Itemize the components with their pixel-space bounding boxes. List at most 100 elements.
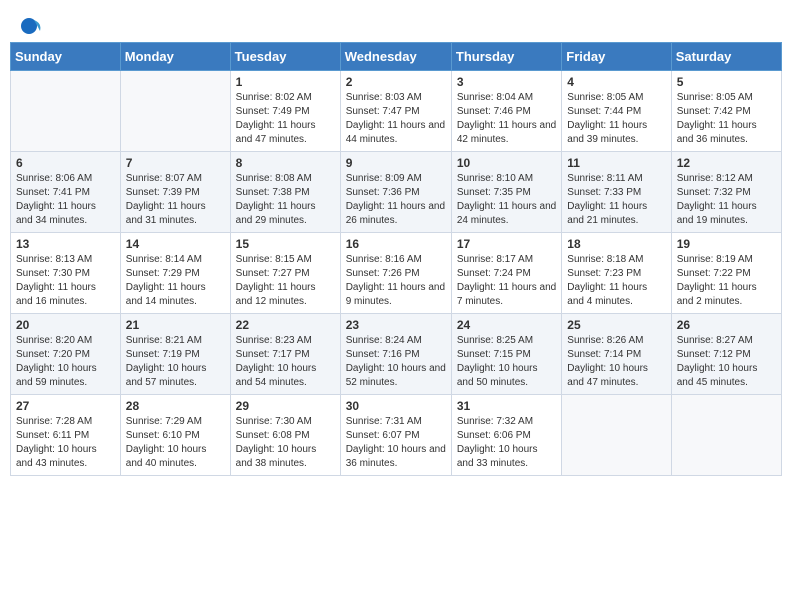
calendar-cell: 25Sunrise: 8:26 AMSunset: 7:14 PMDayligh… xyxy=(562,314,671,395)
calendar-week-row: 27 Sunrise: 7:28 AMSunset: 6:11 PMDayligh… xyxy=(11,395,782,476)
day-number: 11 xyxy=(567,156,665,170)
cell-info: Sunrise: 8:14 AMSunset: 7:29 PMDaylight:… xyxy=(126,254,206,307)
day-number: 4 xyxy=(567,75,665,89)
cell-info: Sunrise: 8:20 AMSunset: 7:20 PMDaylight:… xyxy=(16,335,97,388)
day-number: 17 xyxy=(457,237,556,251)
cell-info: Sunrise: 8:03 AMSunset: 7:47 PMDaylight:… xyxy=(346,92,445,145)
weekday-header-row: SundayMondayTuesdayWednesdayThursdayFrid… xyxy=(11,43,782,71)
cell-info: Sunrise: 7:32 AMSunset: 6:06 PMDaylight:… xyxy=(457,416,538,469)
calendar-cell: 17 Sunrise: 8:17 AMSunset: 7:24 PMDayligh… xyxy=(451,233,561,314)
weekday-header-sunday: Sunday xyxy=(11,43,121,71)
day-number: 16 xyxy=(346,237,446,251)
cell-info: Sunrise: 8:02 AMSunset: 7:49 PMDaylight:… xyxy=(236,92,316,145)
cell-info: Sunrise: 7:29 AMSunset: 6:10 PMDaylight:… xyxy=(126,416,207,469)
calendar-cell: 7Sunrise: 8:07 AMSunset: 7:39 PMDaylight… xyxy=(120,152,230,233)
day-number: 7 xyxy=(126,156,225,170)
day-number: 1 xyxy=(236,75,335,89)
calendar-cell: 28Sunrise: 7:29 AMSunset: 6:10 PMDayligh… xyxy=(120,395,230,476)
day-number: 13 xyxy=(16,237,115,251)
weekday-header-wednesday: Wednesday xyxy=(340,43,451,71)
calendar-cell: 15 Sunrise: 8:15 AMSunset: 7:27 PMDayligh… xyxy=(230,233,340,314)
calendar-cell: 18Sunrise: 8:18 AMSunset: 7:23 PMDayligh… xyxy=(562,233,671,314)
calendar-cell: 21 Sunrise: 8:21 AMSunset: 7:19 PMDayligh… xyxy=(120,314,230,395)
cell-info: Sunrise: 8:11 AMSunset: 7:33 PMDaylight:… xyxy=(567,173,647,226)
day-number: 8 xyxy=(236,156,335,170)
cell-info: Sunrise: 8:13 AMSunset: 7:30 PMDaylight:… xyxy=(16,254,96,307)
weekday-header-thursday: Thursday xyxy=(451,43,561,71)
day-number: 21 xyxy=(126,318,225,332)
day-number: 6 xyxy=(16,156,115,170)
calendar-container: SundayMondayTuesdayWednesdayThursdayFrid… xyxy=(0,42,792,486)
calendar-cell: 14Sunrise: 8:14 AMSunset: 7:29 PMDayligh… xyxy=(120,233,230,314)
cell-info: Sunrise: 8:24 AMSunset: 7:16 PMDaylight:… xyxy=(346,335,446,388)
calendar-cell: 4 Sunrise: 8:05 AMSunset: 7:44 PMDaylight… xyxy=(562,71,671,152)
calendar-cell: 27 Sunrise: 7:28 AMSunset: 6:11 PMDayligh… xyxy=(11,395,121,476)
calendar-week-row: 13 Sunrise: 8:13 AMSunset: 7:30 PMDayligh… xyxy=(11,233,782,314)
calendar-cell xyxy=(562,395,671,476)
day-number: 19 xyxy=(677,237,776,251)
day-number: 23 xyxy=(346,318,446,332)
calendar-cell: 16 Sunrise: 8:16 AMSunset: 7:26 PMDayligh… xyxy=(340,233,451,314)
calendar-cell xyxy=(120,71,230,152)
cell-info: Sunrise: 7:28 AMSunset: 6:11 PMDaylight:… xyxy=(16,416,97,469)
cell-info: Sunrise: 8:10 AMSunset: 7:35 PMDaylight:… xyxy=(457,173,556,226)
calendar-cell: 13 Sunrise: 8:13 AMSunset: 7:30 PMDayligh… xyxy=(11,233,121,314)
calendar-cell: 31 Sunrise: 7:32 AMSunset: 6:06 PMDayligh… xyxy=(451,395,561,476)
day-number: 10 xyxy=(457,156,556,170)
calendar-week-row: 1 Sunrise: 8:02 AMSunset: 7:49 PMDaylight… xyxy=(11,71,782,152)
cell-info: Sunrise: 8:15 AMSunset: 7:27 PMDaylight:… xyxy=(236,254,316,307)
weekday-header-friday: Friday xyxy=(562,43,671,71)
cell-info: Sunrise: 8:25 AMSunset: 7:15 PMDaylight:… xyxy=(457,335,538,388)
page-header xyxy=(0,0,792,42)
day-number: 25 xyxy=(567,318,665,332)
calendar-week-row: 6Sunrise: 8:06 AMSunset: 7:41 PMDaylight… xyxy=(11,152,782,233)
calendar-cell: 22Sunrise: 8:23 AMSunset: 7:17 PMDayligh… xyxy=(230,314,340,395)
calendar-week-row: 20 Sunrise: 8:20 AMSunset: 7:20 PMDayligh… xyxy=(11,314,782,395)
calendar-cell: 6Sunrise: 8:06 AMSunset: 7:41 PMDaylight… xyxy=(11,152,121,233)
day-number: 2 xyxy=(346,75,446,89)
day-number: 30 xyxy=(346,399,446,413)
logo-icon xyxy=(20,15,42,37)
cell-info: Sunrise: 8:19 AMSunset: 7:22 PMDaylight:… xyxy=(677,254,757,307)
day-number: 20 xyxy=(16,318,115,332)
day-number: 3 xyxy=(457,75,556,89)
calendar-cell: 20 Sunrise: 8:20 AMSunset: 7:20 PMDayligh… xyxy=(11,314,121,395)
calendar-cell: 1 Sunrise: 8:02 AMSunset: 7:49 PMDaylight… xyxy=(230,71,340,152)
calendar-cell: 12 Sunrise: 8:12 AMSunset: 7:32 PMDayligh… xyxy=(671,152,781,233)
calendar-cell: 9 Sunrise: 8:09 AMSunset: 7:36 PMDaylight… xyxy=(340,152,451,233)
cell-info: Sunrise: 8:12 AMSunset: 7:32 PMDaylight:… xyxy=(677,173,757,226)
weekday-header-monday: Monday xyxy=(120,43,230,71)
calendar-cell: 29Sunrise: 7:30 AMSunset: 6:08 PMDayligh… xyxy=(230,395,340,476)
calendar-cell: 30 Sunrise: 7:31 AMSunset: 6:07 PMDayligh… xyxy=(340,395,451,476)
cell-info: Sunrise: 8:09 AMSunset: 7:36 PMDaylight:… xyxy=(346,173,445,226)
cell-info: Sunrise: 8:27 AMSunset: 7:12 PMDaylight:… xyxy=(677,335,758,388)
day-number: 18 xyxy=(567,237,665,251)
day-number: 26 xyxy=(677,318,776,332)
cell-info: Sunrise: 7:31 AMSunset: 6:07 PMDaylight:… xyxy=(346,416,446,469)
calendar-cell: 8 Sunrise: 8:08 AMSunset: 7:38 PMDaylight… xyxy=(230,152,340,233)
weekday-header-saturday: Saturday xyxy=(671,43,781,71)
cell-info: Sunrise: 8:21 AMSunset: 7:19 PMDaylight:… xyxy=(126,335,207,388)
day-number: 9 xyxy=(346,156,446,170)
cell-info: Sunrise: 8:08 AMSunset: 7:38 PMDaylight:… xyxy=(236,173,316,226)
day-number: 27 xyxy=(16,399,115,413)
weekday-header-tuesday: Tuesday xyxy=(230,43,340,71)
calendar-cell: 2 Sunrise: 8:03 AMSunset: 7:47 PMDaylight… xyxy=(340,71,451,152)
calendar-cell: 23 Sunrise: 8:24 AMSunset: 7:16 PMDayligh… xyxy=(340,314,451,395)
calendar-cell: 10 Sunrise: 8:10 AMSunset: 7:35 PMDayligh… xyxy=(451,152,561,233)
cell-info: Sunrise: 8:05 AMSunset: 7:44 PMDaylight:… xyxy=(567,92,647,145)
cell-info: Sunrise: 7:30 AMSunset: 6:08 PMDaylight:… xyxy=(236,416,317,469)
cell-info: Sunrise: 8:17 AMSunset: 7:24 PMDaylight:… xyxy=(457,254,556,307)
day-number: 5 xyxy=(677,75,776,89)
calendar-cell: 11 Sunrise: 8:11 AMSunset: 7:33 PMDayligh… xyxy=(562,152,671,233)
day-number: 12 xyxy=(677,156,776,170)
calendar-cell: 24Sunrise: 8:25 AMSunset: 7:15 PMDayligh… xyxy=(451,314,561,395)
calendar-cell xyxy=(671,395,781,476)
cell-info: Sunrise: 8:16 AMSunset: 7:26 PMDaylight:… xyxy=(346,254,445,307)
calendar-cell: 26 Sunrise: 8:27 AMSunset: 7:12 PMDayligh… xyxy=(671,314,781,395)
calendar-cell: 5Sunrise: 8:05 AMSunset: 7:42 PMDaylight… xyxy=(671,71,781,152)
calendar-cell xyxy=(11,71,121,152)
day-number: 15 xyxy=(236,237,335,251)
day-number: 31 xyxy=(457,399,556,413)
cell-info: Sunrise: 8:04 AMSunset: 7:46 PMDaylight:… xyxy=(457,92,556,145)
